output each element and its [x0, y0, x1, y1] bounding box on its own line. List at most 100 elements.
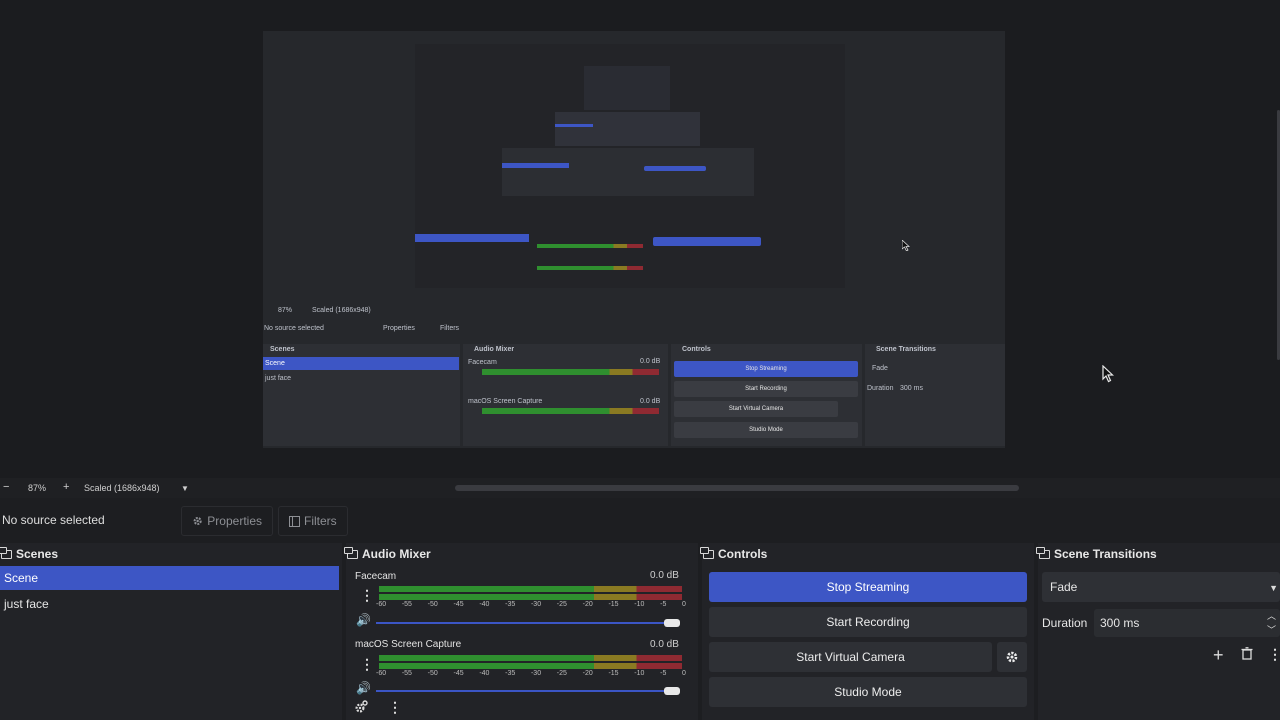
- dock-float-icon[interactable]: [700, 546, 714, 559]
- tick-label: 0: [682, 670, 686, 677]
- filter-icon: [289, 515, 300, 527]
- scene-item-label: just face: [4, 597, 49, 611]
- tick-label: -40: [479, 601, 490, 608]
- tick-label: -60: [376, 670, 387, 677]
- nested-scene-item: just face: [265, 375, 292, 382]
- dock-float-icon[interactable]: [344, 546, 358, 559]
- nested-audio-db: 0.0 dB: [640, 358, 661, 365]
- dock-float-icon[interactable]: [1036, 546, 1050, 559]
- nested-audio-mac: macOS Screen Capture: [468, 398, 543, 405]
- mixer-menu-icon[interactable]: ⋮: [388, 700, 402, 714]
- filters-label: Filters: [304, 514, 337, 528]
- volume-meter: [379, 586, 682, 600]
- virtual-camera-settings-button[interactable]: [997, 642, 1027, 672]
- scene-item-label: Scene: [4, 571, 39, 585]
- scene-list-item[interactable]: just face: [0, 592, 339, 616]
- trash-icon[interactable]: [1241, 647, 1253, 660]
- tick-label: -45: [453, 601, 464, 608]
- scenes-dock: Scenes Scene just face: [0, 543, 342, 720]
- add-transition-icon[interactable]: +: [1213, 645, 1224, 666]
- tick-label: -60: [376, 601, 387, 608]
- filters-button[interactable]: Filters: [278, 506, 348, 536]
- start-recording-button[interactable]: Start Recording: [709, 607, 1027, 637]
- transition-value: Fade: [1050, 580, 1078, 594]
- nested-filters: Filters: [440, 325, 460, 332]
- gear-icon: [1006, 651, 1018, 663]
- nested-controls-title: Controls: [682, 346, 711, 353]
- nested-preview-level2: [502, 148, 754, 196]
- properties-button[interactable]: Properties: [181, 506, 273, 536]
- zoom-in-button[interactable]: +: [63, 481, 69, 493]
- speaker-icon[interactable]: 🔊: [356, 613, 371, 627]
- nested-duration-value: 300 ms: [900, 385, 923, 392]
- audio-mixer-dock: Audio Mixer Facecam 0.0 dB ⋮ -60 -55 -50 -4…: [344, 543, 698, 720]
- nested3-stop-streaming: [644, 166, 706, 171]
- duration-label: Duration: [1042, 616, 1088, 630]
- volume-slider-handle[interactable]: [664, 619, 680, 627]
- scene-list-item[interactable]: Scene: [0, 566, 339, 590]
- nested-audio-db: 0.0 dB: [640, 398, 661, 405]
- duration-value: 300 ms: [1100, 616, 1140, 630]
- scale-dropdown-caret-icon[interactable]: ▼: [181, 484, 189, 493]
- transition-menu-icon[interactable]: ⋮: [1268, 647, 1280, 661]
- tick-label: 0: [682, 601, 686, 608]
- nested-audio-facecam: Facecam: [468, 359, 497, 366]
- nested4-scene-selected: [555, 124, 593, 127]
- dock-float-icon[interactable]: [0, 546, 12, 559]
- nested2-scene-selected: [415, 234, 529, 242]
- nested-scene-item: Scene: [265, 360, 285, 367]
- nested-audio-title: Audio Mixer: [474, 346, 515, 353]
- mouse-cursor-icon: [902, 240, 910, 251]
- volume-meter-bar: [379, 594, 682, 600]
- studio-mode-button[interactable]: Studio Mode: [709, 677, 1027, 707]
- channel-db: 0.0 dB: [650, 570, 679, 581]
- volume-slider-track[interactable]: [376, 690, 680, 692]
- nested2-stop-streaming: [653, 237, 761, 246]
- tick-label: -35: [505, 601, 516, 608]
- tick-label: -50: [427, 670, 438, 677]
- duration-input[interactable]: 300 ms: [1094, 609, 1280, 637]
- channel-menu-icon[interactable]: ⋮: [360, 657, 374, 671]
- tick-label: -55: [401, 601, 412, 608]
- nested-start-virtual-camera: Start Virtual Camera: [674, 401, 838, 417]
- nested2-meter: [537, 244, 643, 248]
- volume-slider-track[interactable]: [376, 622, 680, 624]
- tick-label: -35: [505, 670, 516, 677]
- meter-scale: -60 -55 -50 -45 -40 -35 -30 -25 -20 -15 -10 -5 0: [376, 670, 686, 677]
- nested-transitions-title: Scene Transitions: [876, 346, 936, 353]
- channel-db: 0.0 dB: [650, 639, 679, 650]
- advanced-audio-gear-icon[interactable]: [354, 700, 368, 714]
- nested-scale-label: Scaled (1686x948): [312, 307, 371, 314]
- tick-label: -25: [556, 670, 567, 677]
- tick-label: -20: [582, 601, 593, 608]
- zoom-out-button[interactable]: −: [3, 481, 9, 493]
- volume-meter: [379, 655, 682, 669]
- preview-area[interactable]: 87% Scaled (1686x948) No source selected…: [0, 0, 1280, 478]
- nested-preview-level4: [584, 66, 670, 110]
- tick-label: -15: [608, 601, 619, 608]
- volume-slider-handle[interactable]: [664, 687, 680, 695]
- preview-horizontal-scrollbar[interactable]: [455, 485, 1019, 491]
- audio-mixer-title: Audio Mixer: [362, 547, 431, 561]
- channel-menu-icon[interactable]: ⋮: [360, 588, 374, 602]
- tick-label: -25: [556, 601, 567, 608]
- no-source-label: No source selected: [2, 513, 105, 527]
- transition-caret-icon[interactable]: ▼: [1269, 583, 1278, 593]
- stop-streaming-button[interactable]: Stop Streaming: [709, 572, 1027, 602]
- nested-start-recording: Start Recording: [674, 381, 858, 397]
- tick-label: -45: [453, 670, 464, 677]
- transition-select[interactable]: Fade: [1042, 572, 1280, 602]
- scale-mode-label: Scaled (1686x948): [84, 483, 160, 493]
- nested-studio-mode: Studio Mode: [674, 422, 858, 438]
- nested-meter: [482, 369, 659, 375]
- mouse-cursor-icon: [1102, 365, 1114, 383]
- speaker-icon[interactable]: 🔊: [356, 681, 371, 695]
- duration-increment-icon[interactable]: ︿: [1267, 609, 1276, 622]
- tick-label: -50: [427, 601, 438, 608]
- nested3-scene-selected: [502, 163, 569, 168]
- start-virtual-camera-button[interactable]: Start Virtual Camera: [709, 642, 992, 672]
- nested2-meter: [537, 266, 643, 270]
- volume-meter-bar: [379, 655, 682, 661]
- duration-decrement-icon[interactable]: ﹀: [1267, 623, 1276, 636]
- controls-header: Controls: [700, 543, 1034, 565]
